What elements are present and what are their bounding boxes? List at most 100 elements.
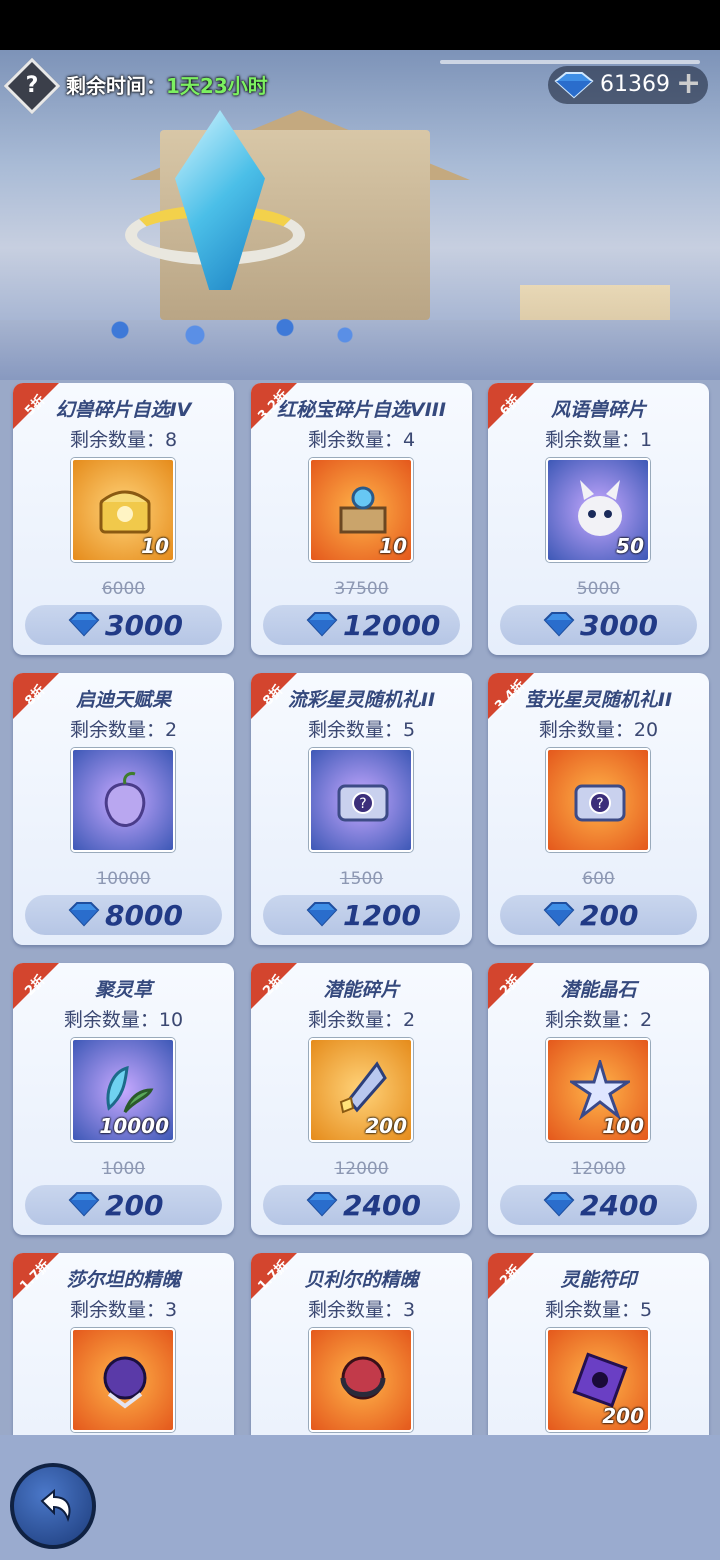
item-icon-frame[interactable]: 10000 xyxy=(71,1038,175,1142)
buy-button[interactable]: 2400 xyxy=(500,1185,697,1225)
svg-text:?: ? xyxy=(596,796,603,812)
item-stock: 剩余数量：2 xyxy=(307,1009,416,1031)
item-stock: 剩余数量：8 xyxy=(69,429,178,451)
dark-orb-icon xyxy=(95,1350,155,1410)
top-bar: ? 剩余时间：1天23小时 61369 + xyxy=(0,57,720,115)
item-icon-frame[interactable]: 100 xyxy=(546,1038,650,1142)
sale-price: 2400 xyxy=(580,1189,658,1222)
sale-price: 200 xyxy=(105,1189,164,1222)
item-icon-frame[interactable]: ? xyxy=(546,748,650,852)
artifact-icon xyxy=(333,480,393,540)
buy-button[interactable]: 2400 xyxy=(263,1185,460,1225)
item-icon-frame[interactable]: 50 xyxy=(546,458,650,562)
item-icon-frame[interactable] xyxy=(71,1328,175,1432)
diamond-balance: 61369 + xyxy=(440,60,708,104)
shop-item-card[interactable]: 2折 潜能晶石 剩余数量：2 100 12000 2400 xyxy=(488,963,709,1235)
item-quantity: 10 xyxy=(141,534,169,558)
svg-text:?: ? xyxy=(359,796,366,812)
item-icon-frame[interactable]: 200 xyxy=(309,1038,413,1142)
original-price: 1500 xyxy=(339,869,384,889)
buy-button[interactable]: 1200 xyxy=(263,895,460,935)
original-price: 12000 xyxy=(571,1159,626,1179)
fruit-icon xyxy=(95,770,155,830)
rune-icon xyxy=(570,1350,630,1410)
item-stock: 剩余数量：10 xyxy=(63,1009,184,1031)
item-name: 贝利尔的精魄 xyxy=(304,1269,419,1291)
shop-item-card[interactable]: 8折 启迪天赋果 剩余数量：2 10000 8000 xyxy=(13,673,234,945)
shop-item-card[interactable]: 3.2折 红秘宝碎片自选VIII 剩余数量：4 10 37500 12000 xyxy=(251,383,472,655)
item-stock: 剩余数量：20 xyxy=(538,719,659,741)
sale-price: 12000 xyxy=(343,609,441,642)
item-stock: 剩余数量：3 xyxy=(69,1299,178,1321)
item-name: 红秘宝碎片自选VIII xyxy=(277,399,446,421)
help-icon: ? xyxy=(25,73,39,98)
item-icon-frame[interactable] xyxy=(309,1328,413,1432)
shop-item-card[interactable]: 1.7折 贝利尔的精魄 剩余数量：3 xyxy=(251,1253,472,1435)
sale-price: 200 xyxy=(580,899,639,932)
shop-item-card[interactable]: 5折 幻兽碎片自选IV 剩余数量：8 10 6000 3000 xyxy=(13,383,234,655)
timer-value: 1天23小时 xyxy=(166,74,268,98)
shop-item-card[interactable]: 3.4折 萤光星灵随机礼II 剩余数量：20? 600 200 xyxy=(488,673,709,945)
item-quantity: 100 xyxy=(602,1114,644,1138)
sale-price: 3000 xyxy=(105,609,183,642)
shop-item-card[interactable]: 6折 风语兽碎片 剩余数量：1 50 5000 3000 xyxy=(488,383,709,655)
diamond-icon xyxy=(305,1190,339,1222)
item-stock: 剩余数量：3 xyxy=(307,1299,416,1321)
diamond-icon xyxy=(542,900,576,932)
shop-item-card[interactable]: 8折 流彩星灵随机礼II 剩余数量：5? 1500 1200 xyxy=(251,673,472,945)
original-price: 600 xyxy=(582,869,615,889)
diamond-icon xyxy=(542,610,576,642)
original-price: 37500 xyxy=(334,579,389,599)
buy-button[interactable]: 12000 xyxy=(263,605,460,645)
sale-price: 2400 xyxy=(343,1189,421,1222)
item-quantity: 10 xyxy=(379,534,407,558)
item-name: 流彩星灵随机礼II xyxy=(287,689,436,711)
item-stock: 剩余数量：5 xyxy=(307,719,416,741)
add-diamond-button[interactable]: + xyxy=(676,66,701,101)
item-stock: 剩余数量：4 xyxy=(307,429,416,451)
buy-button[interactable]: 8000 xyxy=(25,895,222,935)
original-price: 6000 xyxy=(101,579,146,599)
item-icon-frame[interactable]: 10 xyxy=(309,458,413,562)
item-quantity: 200 xyxy=(365,1114,407,1138)
item-stock: 剩余数量：5 xyxy=(544,1299,653,1321)
diamond-icon xyxy=(554,72,594,99)
shop-item-card[interactable]: 2折 聚灵草 剩余数量：10 10000 1000 200 xyxy=(13,963,234,1235)
white-fox-icon xyxy=(570,480,630,540)
shop-item-card[interactable]: 1.7折 莎尔坦的精魄 剩余数量：3 xyxy=(13,1253,234,1435)
item-stock: 剩余数量：2 xyxy=(544,1009,653,1031)
top-divider xyxy=(440,60,700,64)
original-price: 12000 xyxy=(334,1159,389,1179)
item-name: 启迪天赋果 xyxy=(75,689,171,711)
diamond-icon xyxy=(67,610,101,642)
back-button[interactable] xyxy=(10,1463,96,1549)
buy-button[interactable]: 200 xyxy=(500,895,697,935)
sale-price: 3000 xyxy=(580,609,658,642)
red-orb-icon xyxy=(333,1350,393,1410)
crystal-shard-icon xyxy=(333,1060,393,1120)
mystery-box-icon: ? xyxy=(570,770,630,830)
item-name: 灵能符印 xyxy=(560,1269,637,1291)
original-price: 5000 xyxy=(576,579,621,599)
diamond-icon xyxy=(67,1190,101,1222)
original-price: 1000 xyxy=(101,1159,146,1179)
back-arrow-icon xyxy=(40,1488,71,1522)
buy-button[interactable]: 3000 xyxy=(500,605,697,645)
buy-button[interactable]: 3000 xyxy=(25,605,222,645)
item-icon-frame[interactable]: 10 xyxy=(71,458,175,562)
item-name: 幻兽碎片自选IV xyxy=(55,399,192,421)
original-price: 10000 xyxy=(96,869,151,889)
item-icon-frame[interactable]: 200 xyxy=(546,1328,650,1432)
timer-label: 剩余时间： xyxy=(66,74,166,98)
mystery-box-icon: ? xyxy=(333,770,393,830)
buy-button[interactable]: 200 xyxy=(25,1185,222,1225)
item-name: 莎尔坦的精魄 xyxy=(66,1269,181,1291)
bottom-area xyxy=(0,1435,720,1560)
help-button[interactable]: ? xyxy=(3,57,61,115)
diamond-icon xyxy=(542,1190,576,1222)
item-icon-frame[interactable] xyxy=(71,748,175,852)
shop-item-card[interactable]: 2折 潜能碎片 剩余数量：2 200 12000 2400 xyxy=(251,963,472,1235)
shop-item-card[interactable]: 2折 灵能符印 剩余数量：5 200 xyxy=(488,1253,709,1435)
item-icon-frame[interactable]: ? xyxy=(309,748,413,852)
item-name: 聚灵草 xyxy=(94,979,152,1001)
